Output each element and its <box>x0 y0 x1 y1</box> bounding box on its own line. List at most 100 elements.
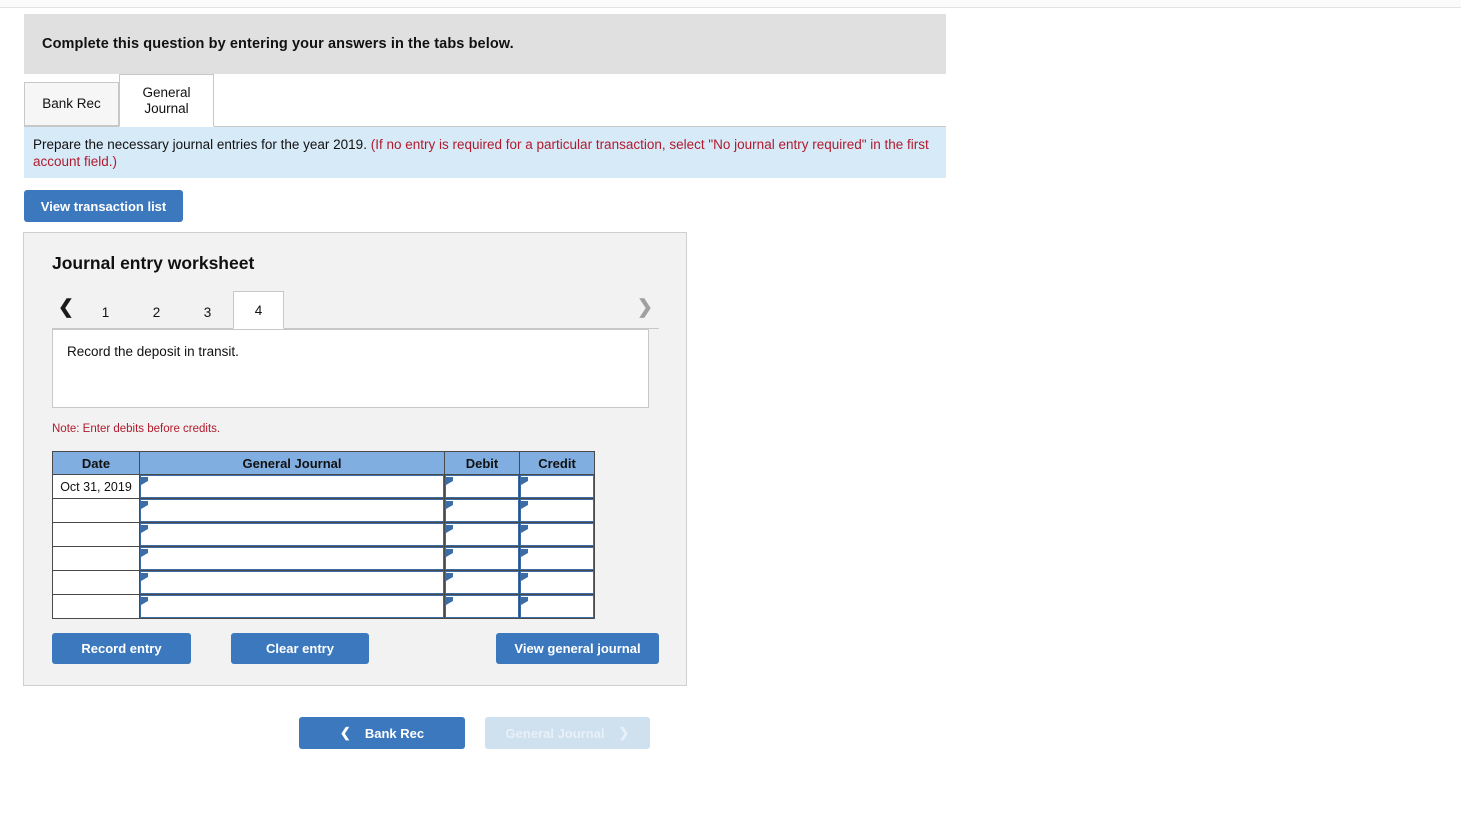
column-header-date: Date <box>52 451 140 475</box>
dropdown-marker-icon <box>446 597 453 605</box>
debit-input[interactable] <box>445 547 519 570</box>
table-row <box>52 570 595 595</box>
nav-next-general-journal-button: General Journal ❯ <box>485 717 650 749</box>
account-input[interactable] <box>140 523 444 546</box>
table-row <box>52 522 595 547</box>
worksheet-title: Journal entry worksheet <box>52 253 255 273</box>
account-cell[interactable] <box>139 594 445 619</box>
account-input[interactable] <box>140 547 444 570</box>
debit-cell[interactable] <box>444 570 520 595</box>
date-cell[interactable]: Oct 31, 2019 <box>52 474 140 499</box>
dropdown-marker-icon <box>521 549 528 557</box>
tab-general-journal[interactable]: General Journal <box>119 74 214 127</box>
pager-tab-4[interactable]: 4 <box>233 291 284 329</box>
debits-before-credits-note: Note: Enter debits before credits. <box>52 423 221 435</box>
chevron-right-icon[interactable]: ❯ <box>631 288 659 326</box>
date-cell[interactable] <box>52 546 140 571</box>
debit-input[interactable] <box>445 523 519 546</box>
credit-input[interactable] <box>520 475 594 498</box>
debit-input[interactable] <box>445 595 519 618</box>
tab-strip: Bank Rec General Journal <box>24 74 946 127</box>
question-header-text: Complete this question by entering your … <box>42 36 514 52</box>
dropdown-marker-icon <box>446 477 453 485</box>
date-cell[interactable] <box>52 522 140 547</box>
credit-cell[interactable] <box>519 546 595 571</box>
account-input[interactable] <box>140 595 444 618</box>
dropdown-marker-icon <box>446 525 453 533</box>
credit-input[interactable] <box>520 547 594 570</box>
tab-bank-rec[interactable]: Bank Rec <box>24 82 119 126</box>
debit-input[interactable] <box>445 499 519 522</box>
tab-bank-rec-label: Bank Rec <box>42 96 101 112</box>
credit-cell[interactable] <box>519 594 595 619</box>
account-cell[interactable] <box>139 570 445 595</box>
credit-cell[interactable] <box>519 498 595 523</box>
account-input[interactable] <box>140 571 444 594</box>
clear-entry-button[interactable]: Clear entry <box>231 633 369 664</box>
credit-input[interactable] <box>520 571 594 594</box>
table-row <box>52 546 595 571</box>
account-cell[interactable] <box>139 474 445 499</box>
debit-cell[interactable] <box>444 546 520 571</box>
transaction-description-text: Record the deposit in transit. <box>67 344 239 359</box>
dropdown-marker-icon <box>521 597 528 605</box>
table-row <box>52 498 595 523</box>
debit-input[interactable] <box>445 475 519 498</box>
worksheet-pager: ❮ 1 2 3 4 ❯ <box>52 289 659 329</box>
debit-input[interactable] <box>445 571 519 594</box>
dropdown-marker-icon <box>446 573 453 581</box>
nav-prev-bank-rec-button[interactable]: ❮ Bank Rec <box>299 717 465 749</box>
debit-cell[interactable] <box>444 498 520 523</box>
view-general-journal-button[interactable]: View general journal <box>496 633 659 664</box>
dropdown-marker-icon <box>446 549 453 557</box>
column-header-general-journal: General Journal <box>139 451 445 475</box>
table-header-row: Date General Journal Debit Credit <box>52 451 595 475</box>
nav-prev-label: Bank Rec <box>364 725 425 741</box>
date-cell[interactable] <box>52 498 140 523</box>
dropdown-marker-icon <box>141 525 148 533</box>
page-root: Complete this question by entering your … <box>0 0 1461 837</box>
account-cell[interactable] <box>139 498 445 523</box>
credit-input[interactable] <box>520 523 594 546</box>
credit-cell[interactable] <box>519 474 595 499</box>
nav-next-label: General Journal <box>505 725 605 741</box>
pager-tab-3[interactable]: 3 <box>182 297 233 328</box>
tab-general-journal-label: General Journal <box>142 84 191 116</box>
journal-entry-table: Date General Journal Debit Credit Oct 31… <box>52 451 595 619</box>
dropdown-marker-icon <box>141 597 148 605</box>
instructions-main: Prepare the necessary journal entries fo… <box>33 137 367 152</box>
credit-cell[interactable] <box>519 522 595 547</box>
top-strip <box>0 0 1461 8</box>
chevron-left-icon[interactable]: ❮ <box>52 288 80 326</box>
column-header-debit: Debit <box>444 451 520 475</box>
date-cell[interactable] <box>52 570 140 595</box>
dropdown-marker-icon <box>141 501 148 509</box>
question-header: Complete this question by entering your … <box>24 14 946 74</box>
column-header-credit: Credit <box>519 451 595 475</box>
debit-cell[interactable] <box>444 594 520 619</box>
dropdown-marker-icon <box>141 549 148 557</box>
dropdown-marker-icon <box>521 477 528 485</box>
debit-cell[interactable] <box>444 522 520 547</box>
dropdown-marker-icon <box>446 501 453 509</box>
account-cell[interactable] <box>139 522 445 547</box>
debit-cell[interactable] <box>444 474 520 499</box>
dropdown-marker-icon <box>521 525 528 533</box>
credit-input[interactable] <box>520 595 594 618</box>
credit-cell[interactable] <box>519 570 595 595</box>
record-entry-button[interactable]: Record entry <box>52 633 191 664</box>
account-cell[interactable] <box>139 546 445 571</box>
account-input[interactable] <box>140 475 444 498</box>
journal-entry-worksheet-panel: Journal entry worksheet ❮ 1 2 3 4 ❯ Reco… <box>23 232 687 686</box>
dropdown-marker-icon <box>521 573 528 581</box>
dropdown-marker-icon <box>141 573 148 581</box>
transaction-description-box: Record the deposit in transit. <box>52 329 649 408</box>
chevron-right-icon: ❯ <box>618 725 630 740</box>
table-row <box>52 594 595 619</box>
pager-tab-1[interactable]: 1 <box>80 297 131 328</box>
pager-tab-2[interactable]: 2 <box>131 297 182 328</box>
date-cell[interactable] <box>52 594 140 619</box>
credit-input[interactable] <box>520 499 594 522</box>
account-input[interactable] <box>140 499 444 522</box>
view-transaction-list-button[interactable]: View transaction list <box>24 190 183 222</box>
